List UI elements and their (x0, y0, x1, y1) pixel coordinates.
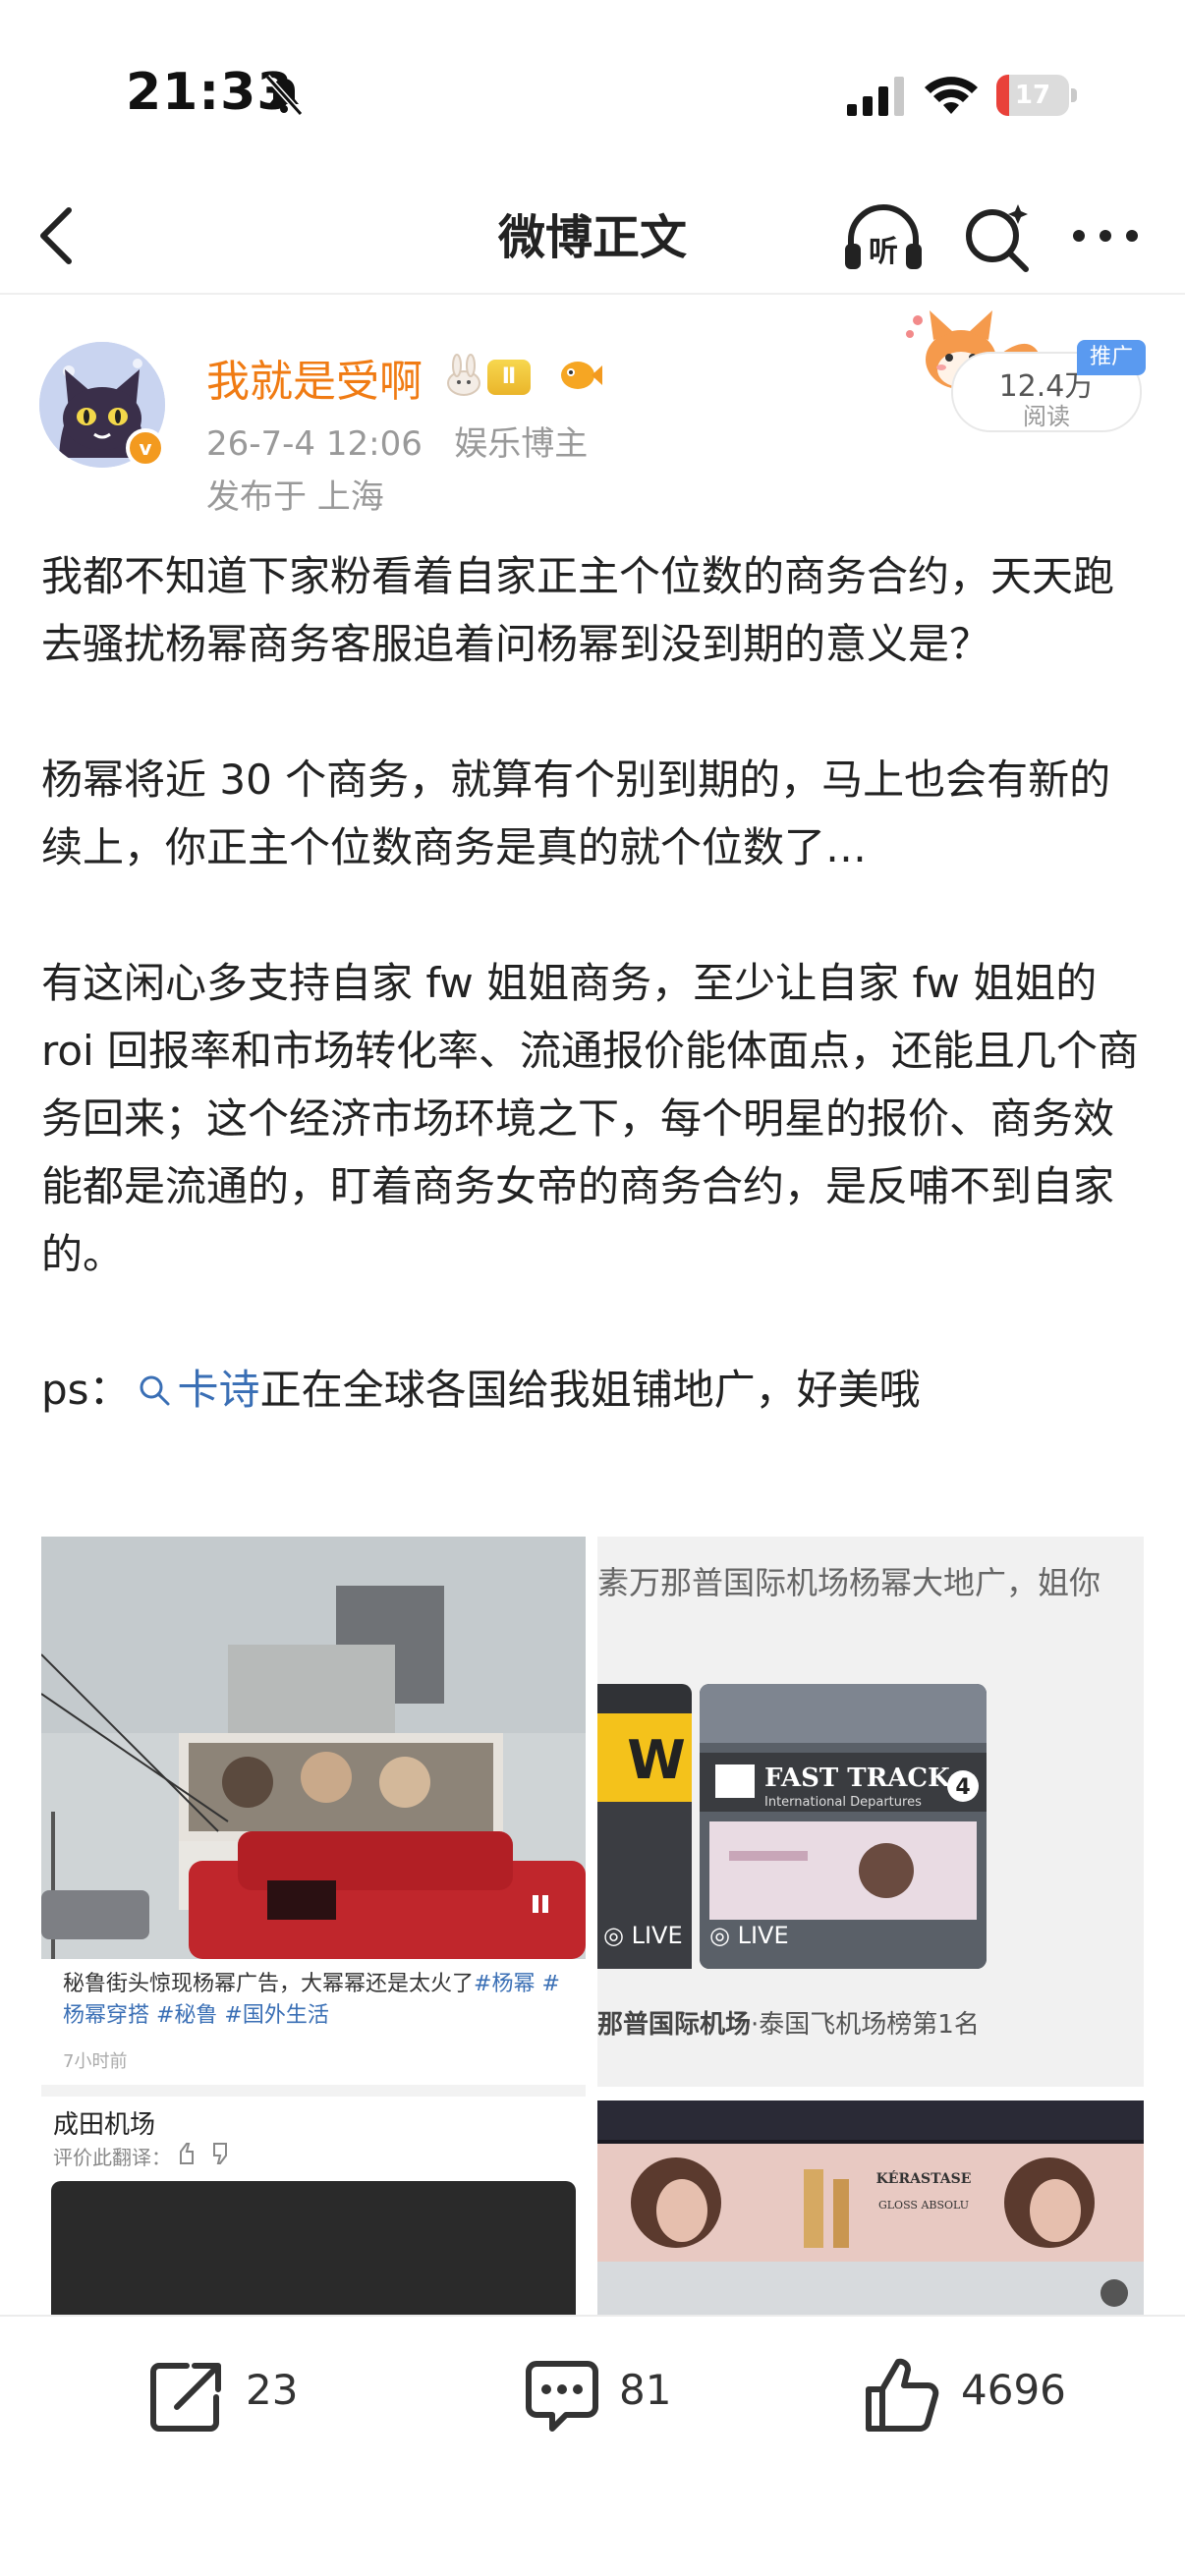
svg-text:W: W (627, 1729, 686, 1791)
airport-sign-photo: W ◎ LIVE (597, 1684, 692, 1969)
post-location: 发布于 上海 (206, 477, 384, 517)
bell-muted-icon (264, 74, 304, 117)
action-bar: 23 81 4696 (0, 2315, 1185, 2576)
post-image-2[interactable]: 素万那普国际机场杨幂大地广，姐你 W ◎ LIVE FAST TRACK Int… (597, 1537, 1144, 2315)
post-image-1[interactable]: 秘鲁街头惊现杨幂广告，大幂幂还是太火了#杨幂 # 杨幂穿搭 #秘鲁 #国外生活 … (41, 1537, 586, 2315)
svg-text:FAST TRACK: FAST TRACK (764, 1764, 951, 1793)
rabbit-badge-icon (447, 354, 480, 396)
street-billboard-photo (41, 1537, 586, 1959)
thumbs-up-icon (866, 2358, 939, 2432)
brand-search-link[interactable]: 卡诗 (131, 1366, 260, 1414)
thumbs-rating-icon (180, 2143, 227, 2164)
place-name: 成田机场 (53, 2110, 156, 2140)
author-role: 娱乐博主 (454, 424, 589, 464)
battery-indicator: 17 (996, 75, 1077, 116)
like-button[interactable]: 4696 (863, 2356, 1099, 2435)
nav-bar: 微博正文 听 (0, 177, 1185, 295)
live-label: ◎ LIVE (603, 1922, 683, 1949)
listen-headphones-icon[interactable]: 听 (841, 200, 926, 275)
author-name[interactable]: 我就是受啊 (206, 346, 423, 409)
post-meta: 26-7-4 12:06 娱乐博主 (206, 417, 588, 465)
search-icon (140, 1375, 170, 1406)
caption-time-ago: 7小时前 (63, 2051, 128, 2072)
svg-text:KÉRASTASE: KÉRASTASE (876, 2169, 972, 2187)
read-label: 阅读 (1023, 403, 1070, 430)
cellular-signal-icon (847, 77, 904, 116)
ps-prefix: ps： (41, 1366, 131, 1414)
comment-count: 81 (619, 2366, 672, 2414)
image-caption: 秘鲁街头惊现杨幂广告，大幂幂还是太火了#杨幂 # 杨幂穿搭 #秘鲁 #国外生活 (63, 1969, 574, 2032)
status-bar: 21:33 17 (0, 0, 1185, 177)
fast-track-photo: FAST TRACK International Departures 4 ◎ … (700, 1684, 987, 1969)
ps-suffix: 正在全球各国给我姐铺地广，好美哦 (259, 1366, 921, 1414)
svg-text:听: 听 (869, 235, 898, 269)
share-button[interactable]: 23 (147, 2356, 314, 2435)
comment-button[interactable]: 81 (523, 2356, 690, 2435)
post-paragraph: 有这闲心多支持自家 fw 姐姐商务，至少让自家 fw 姐姐的 roi 回报率和市… (41, 959, 1140, 1278)
post-paragraph: 杨幂将近 30 个商务，就算有个别到期的，马上也会有新的续上，你正主个位数商务是… (41, 756, 1111, 871)
battery-percent: 17 (1014, 81, 1051, 110)
post-body: 我都不知道下家粉看着自家正主个位数的商务合约，天天跑去骚扰杨幂商务客服追着问杨幂… (41, 542, 1152, 1424)
share-icon (150, 2363, 221, 2432)
brand-link-text: 卡诗 (177, 1366, 260, 1414)
wifi-icon (925, 77, 978, 114)
level-badge: Ⅱ (487, 360, 531, 395)
svg-text:International Departures: International Departures (764, 1795, 922, 1810)
svg-text:GLOSS ABSOLU: GLOSS ABSOLU (878, 2199, 969, 2212)
promo-tag: 推广 (1077, 340, 1146, 375)
airport-ceiling-photo (51, 2181, 576, 2315)
comment-icon (526, 2361, 598, 2432)
svg-text:4: 4 (955, 1775, 970, 1800)
post-ps-line: ps： 卡诗正在全球各国给我姐铺地广，好美哦 (41, 1356, 1152, 1424)
verified-badge: v (126, 428, 165, 468)
airport-info: 那普国际机场·泰国飞机场榜第1名 (597, 2010, 980, 2040)
image-title: 素万那普国际机场杨幂大地广，姐你 (597, 1564, 1101, 1601)
post-paragraph: 我都不知道下家粉看着自家正主个位数的商务合约，天天跑去骚扰杨幂商务客服追着问杨幂… (41, 552, 1115, 668)
post-time: 26-7-4 12:06 (206, 424, 423, 464)
rate-translation-label: 评价此翻译： (53, 2146, 171, 2169)
live-label: ◎ LIVE (709, 1922, 789, 1949)
kerastase-ad-photo: KÉRASTASE GLOSS ABSOLU (597, 2100, 1144, 2315)
like-count: 4696 (961, 2366, 1066, 2414)
search-icon[interactable] (961, 200, 1034, 273)
caption-text: 秘鲁街头惊现杨幂广告，大幂幂还是太火了 (63, 1972, 475, 1996)
fish-badge-icon (561, 362, 602, 389)
more-icon[interactable] (1071, 222, 1140, 250)
share-count: 23 (246, 2366, 299, 2414)
